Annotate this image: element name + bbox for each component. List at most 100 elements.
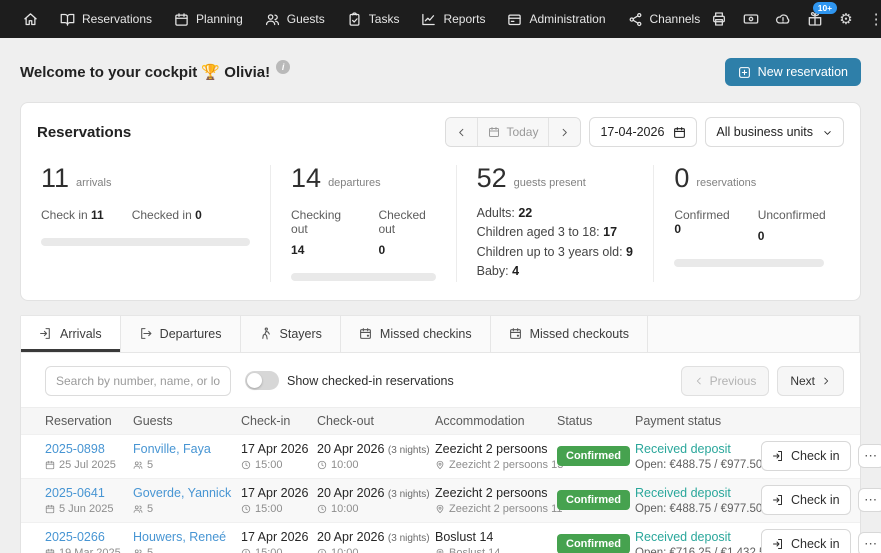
gifts-icon[interactable]: 10+ [807,2,837,27]
gift-badge: 10+ [813,2,837,15]
print-icon[interactable] [711,11,727,27]
new-reservation-button[interactable]: New reservation [724,58,861,86]
login-icon [772,494,784,506]
nav-reports[interactable]: Reports [410,6,496,33]
stat-guests-present: 52 guests present Adults: 22 Children age… [457,165,655,282]
nav-label: Guests [286,12,325,26]
today-button[interactable]: Today [477,118,549,146]
nav-label: Reservations [82,12,153,26]
payment-status: Received deposit [635,485,731,500]
reservation-number-link[interactable]: 2025-0266 [45,530,127,544]
book-icon [60,12,75,27]
calendar-icon [45,504,55,514]
info-icon[interactable]: i [276,60,291,74]
tab-stayers[interactable]: Stayers [240,315,341,352]
top-navbar: Reservations Planning Guests Tasks Repor… [0,0,881,38]
nav-label: Tasks [368,12,400,26]
guest-name-link[interactable]: Houwers, Reneé [133,530,235,544]
next-day-button[interactable] [548,118,581,146]
settings-gear-icon[interactable]: ⚙ [839,12,852,27]
show-checked-in-toggle[interactable] [245,371,279,390]
clock-icon [317,504,327,514]
search-input[interactable] [45,365,231,396]
tab-missed-checkouts[interactable]: Missed checkouts [490,315,648,352]
stat-arrivals: 11 arrivals Check in 11 Checked in 0 [37,165,272,282]
calendar-alert-icon [359,327,372,340]
guests-icon [133,548,143,553]
stat-reservations: 0 reservations Confirmed 0 Unconfirmed 0 [654,165,844,282]
wallet-icon [507,12,522,27]
nav-channels[interactable]: Channels [617,6,712,33]
check-in-button[interactable]: Check in [761,441,851,471]
map-pin-icon [435,460,445,470]
reservation-number-link[interactable]: 2025-0898 [45,442,127,456]
guest-name-link[interactable]: Goverde, Yannick [133,486,235,500]
nav-guests[interactable]: Guests [254,6,336,33]
clock-icon [241,460,251,470]
previous-day-button[interactable] [446,118,478,146]
payments-icon[interactable] [743,11,759,27]
share-icon [628,12,643,27]
cloud-alert-icon[interactable] [775,11,791,27]
main-content: Welcome to your cockpit 🏆 Olivia! i New … [0,38,881,553]
payment-status: Received deposit [635,529,731,544]
reservations-table-card: Show checked-in reservations Previous Ne… [20,351,881,553]
next-page-button[interactable]: Next [777,365,844,396]
nav-home[interactable] [12,6,49,33]
status-badge: Confirmed [557,490,630,510]
nav-reservations[interactable]: Reservations [49,6,163,33]
reservations-progress-bar [674,259,824,267]
tabbar-spacer [647,315,860,352]
calendar-icon [45,460,55,470]
table-header: Reservation Guests Check-in Check-out Ac… [21,406,860,434]
nav-label: Channels [649,12,701,26]
clock-icon [241,504,251,514]
stat-departures: 14 departures Checking out 14 Checked out 0 [271,165,457,282]
calendar-alert-icon [509,327,522,340]
previous-page-button[interactable]: Previous [680,365,770,396]
nav-tools: 10+ ⚙ ⋮ [711,2,881,33]
date-input[interactable]: 17-04-2026 [589,117,698,147]
reservation-number-link[interactable]: 2025-0641 [45,486,127,500]
nav-planning[interactable]: Planning [163,6,254,33]
tasks-icon [347,11,362,27]
more-actions-button[interactable]: ⋯ [857,444,881,468]
tab-departures[interactable]: Departures [120,315,241,352]
page-title: Welcome to your cockpit 🏆 Olivia! i [20,60,291,81]
calendar-icon [45,548,55,553]
logout-icon [139,327,152,340]
login-icon [772,450,784,462]
nav-label: Reports [443,12,486,26]
clock-icon [317,548,327,553]
table-row: 2025-0641 5 Jun 2025 Goverde, Yannick 5 … [21,477,881,522]
table-row: 2025-0898 25 Jul 2025 Fonville, Faya 5 1… [21,433,881,478]
clock-icon [317,460,327,470]
chevron-down-icon [822,127,833,138]
business-units-select[interactable]: All business units [705,117,844,147]
calendar-icon [673,126,686,139]
nav-administration[interactable]: Administration [496,6,616,33]
check-in-button[interactable]: Check in [761,529,851,553]
arrivals-progress-bar [41,238,251,246]
more-actions-button[interactable]: ⋯ [857,488,881,512]
map-pin-icon [435,548,445,553]
tab-arrivals[interactable]: Arrivals [21,315,121,352]
toggle-label: Show checked-in reservations [287,373,454,388]
chart-icon [421,12,436,27]
chevron-left-icon [694,376,704,386]
map-pin-icon [435,504,445,514]
guest-name-link[interactable]: Fonville, Faya [133,442,235,456]
kebab-menu-icon[interactable]: ⋮ [869,12,881,27]
check-in-button[interactable]: Check in [761,485,851,515]
nav-label: Planning [196,12,243,26]
nav-label: Administration [529,12,606,26]
nav-tasks[interactable]: Tasks [336,6,411,33]
status-badge: Confirmed [557,534,630,553]
chevron-right-icon [821,376,831,386]
more-actions-button[interactable]: ⋯ [857,532,881,553]
tab-missed-checkins[interactable]: Missed checkins [340,315,491,352]
home-icon [23,12,38,27]
clock-icon [241,548,251,553]
guests-icon [265,12,280,27]
plus-square-icon [738,66,751,79]
